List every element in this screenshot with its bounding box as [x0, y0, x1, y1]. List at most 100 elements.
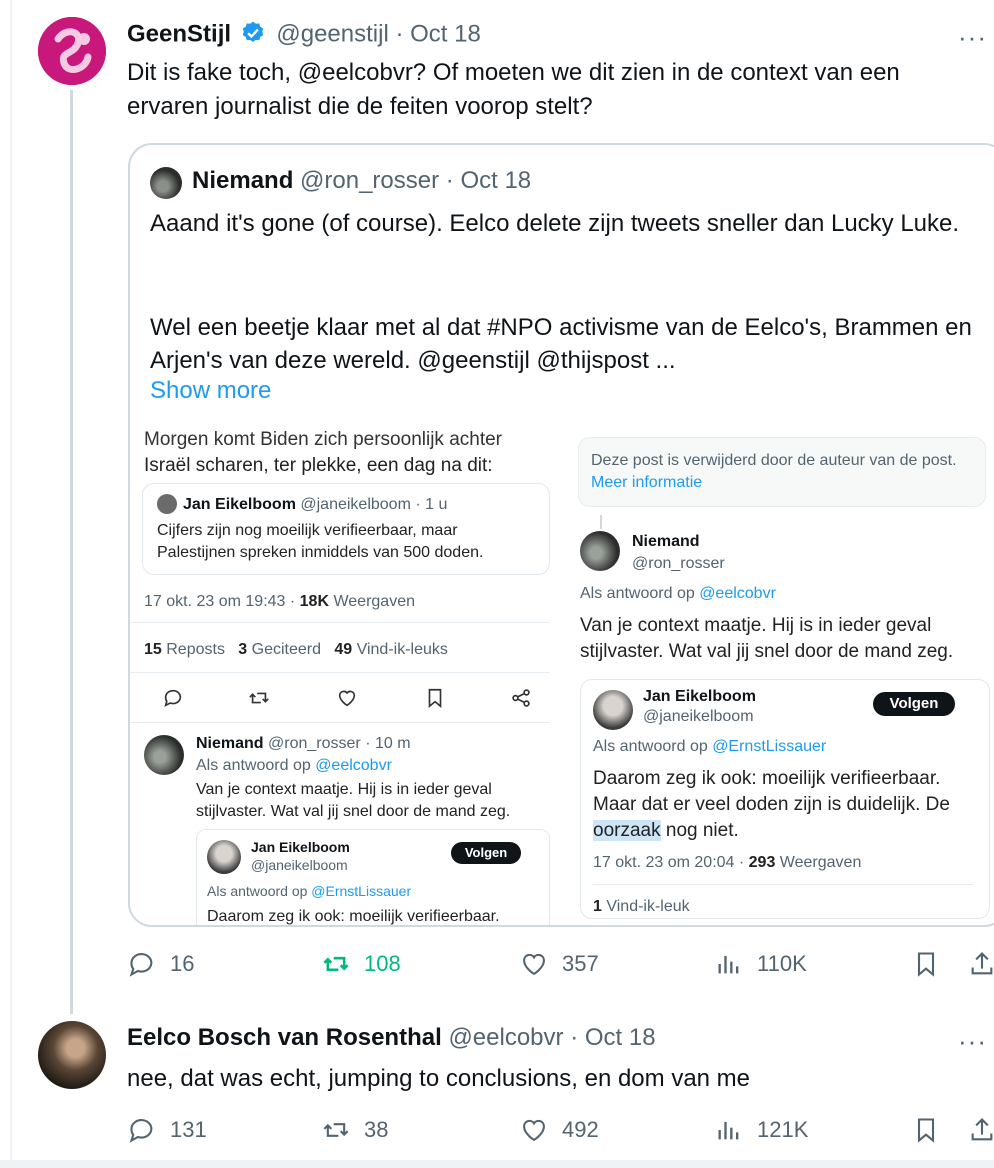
right-meta-views-label: Weergaven — [775, 854, 862, 871]
geenstijl-logo-icon — [38, 17, 106, 85]
post1-more-icon[interactable]: ··· — [958, 24, 987, 50]
thread-connector — [70, 90, 73, 1014]
post1-header: GeenStijl @geenstijl · Oct 18 — [127, 20, 481, 50]
reply-icon — [164, 689, 182, 707]
post1-author-name[interactable]: GeenStijl — [127, 20, 231, 47]
right-reply-name: Niemand — [632, 533, 700, 550]
niemand-avatar-small — [144, 735, 184, 775]
right-meta-views-num: 293 — [748, 854, 776, 871]
right-nested-user: @ErnstLissauer — [712, 738, 827, 755]
post2-like-count: 492 — [562, 1117, 599, 1142]
post2-date[interactable]: · Oct 18 — [570, 1024, 655, 1051]
post2-reply-button[interactable]: 131 — [128, 1116, 207, 1144]
left-nested-prefix: Als antwoord op — [207, 883, 312, 899]
divider — [130, 622, 550, 623]
post2-more-icon[interactable]: ··· — [958, 1028, 987, 1054]
quote-author-name: Niemand — [192, 167, 294, 194]
post1-like-count: 357 — [562, 951, 599, 976]
share-icon[interactable] — [968, 950, 994, 978]
left-reply-prefix: Als antwoord op — [196, 757, 316, 774]
share-icon[interactable] — [968, 1116, 994, 1144]
left-likes-num: 49 — [334, 641, 353, 658]
right-nested-handle: @janeikelboom — [643, 708, 754, 725]
post1-date[interactable]: · Oct 18 — [395, 20, 480, 47]
quote-header: Niemand @ron_rosser · Oct 18 — [192, 167, 531, 195]
right-nested-text-highlight: oorzaak — [593, 820, 661, 841]
left-reply-context: Als antwoord op @eelcobvr — [196, 755, 392, 777]
repost-icon — [249, 692, 269, 704]
right-meta-time: 17 okt. 23 om 20:04 · — [593, 854, 749, 871]
right-follow-button: Volgen — [873, 692, 955, 716]
post1-reply-count: 16 — [170, 951, 195, 976]
quote-author-handle: @ron_rosser — [300, 167, 440, 194]
show-more-link[interactable]: Show more — [150, 377, 271, 405]
post2-view-count: 121K — [757, 1117, 809, 1142]
quote-date: · Oct 18 — [445, 167, 532, 194]
quoted-post-card[interactable]: Niemand @ron_rosser · Oct 18 Aaand it's … — [128, 143, 994, 927]
like-icon — [523, 953, 545, 976]
left-follow-button: Volgen — [451, 842, 521, 864]
deleted-post-notice: Deze post is verwijderd door de auteur v… — [578, 437, 986, 507]
geenstijl-avatar[interactable] — [38, 17, 106, 85]
eelco-avatar[interactable] — [38, 1021, 106, 1089]
jan-avatar — [593, 690, 633, 730]
left-reply-user: @eelcobvr — [315, 757, 392, 774]
right-nested-likes: 1 Vind-ik-leuk — [593, 896, 690, 918]
left-embedded-time: · 1 u — [415, 496, 448, 513]
post1-repost-button[interactable]: 108 — [322, 950, 401, 978]
bookmark-icon — [428, 688, 442, 709]
right-reply-prefix: Als antwoord op — [580, 585, 700, 602]
post1-author-handle[interactable]: @geenstijl — [276, 20, 388, 47]
repost-icon — [323, 1123, 349, 1137]
left-embedded-text: Cijfers zijn nog moeilijk verifieerbaar,… — [157, 522, 484, 561]
views-icon — [718, 1121, 739, 1140]
right-screenshot: Deze post is verwijderd door de auteur v… — [570, 427, 994, 925]
left-quotes-num: 3 — [238, 641, 248, 658]
bookmark-icon[interactable] — [912, 950, 940, 978]
post2-author-handle[interactable]: @eelcobvr — [448, 1024, 563, 1051]
right-reply-handle: @ron_rosser — [632, 555, 725, 572]
niemand-avatar-small — [580, 531, 620, 571]
left-reply-name: Niemand — [196, 735, 264, 752]
right-reply-text: Van je context maatje. Hij is in ieder g… — [580, 615, 954, 662]
left-embedded-tweet: Jan Eikelboom @janeikelboom · 1 u Cijfer… — [142, 483, 550, 575]
right-nested-text-a: Daarom zeg ik ook: moeilijk verifieerbaa… — [593, 768, 950, 815]
deleted-notice-text: Deze post is verwijderd door de auteur v… — [591, 450, 971, 494]
left-reply-header: Niemand @ron_rosser · 10 m — [196, 733, 411, 755]
divider — [593, 884, 973, 885]
post2-views-button[interactable]: 121K — [715, 1116, 808, 1144]
post1-text: Dit is fake toch, @eelcobvr? Of moeten w… — [127, 59, 900, 120]
post1-views-button[interactable]: 110K — [715, 950, 807, 978]
right-reply-user: @eelcobvr — [699, 585, 776, 602]
thread-connector-small — [600, 515, 602, 529]
bookmark-icon[interactable] — [912, 1116, 940, 1144]
left-top-text: Israël scharen, ter plekke, een dag na d… — [144, 455, 493, 476]
post2-author-name[interactable]: Eelco Bosch van Rosenthal — [127, 1024, 442, 1051]
views-icon — [718, 955, 739, 974]
left-likes-label: Vind-ik-leuks — [352, 641, 448, 658]
post1-like-button[interactable]: 357 — [520, 950, 599, 978]
left-meta-views-num: 18K — [299, 593, 330, 610]
deleted-more-info-link: Meer informatie — [591, 474, 703, 491]
post2-repost-count: 38 — [364, 1117, 389, 1142]
post2-repost-button[interactable]: 38 — [322, 1116, 388, 1144]
right-reply-context: Als antwoord op @eelcobvr — [580, 583, 776, 605]
left-reposts-num: 15 — [144, 641, 162, 658]
left-nested-handle: @janeikelboom — [251, 857, 348, 873]
left-meta-time: 17 okt. 23 om 19:43 · — [144, 593, 300, 610]
left-embedded-header: Jan Eikelboom @janeikelboom · 1 u — [183, 494, 447, 516]
like-icon — [523, 1119, 545, 1142]
divider — [130, 672, 550, 673]
left-border — [10, 0, 12, 1168]
left-meta-views-label: Weergaven — [329, 593, 415, 610]
right-nested-card: Jan Eikelboom @janeikelboom Volgen Als a… — [580, 679, 990, 919]
left-nested-text: Daarom zeg ik ook: moeilijk verifieerbaa… — [207, 908, 500, 925]
jan-avatar-small — [157, 494, 177, 514]
post1-reply-button[interactable]: 16 — [128, 950, 194, 978]
right-likes-num: 1 — [593, 898, 602, 915]
bottom-divider — [0, 1160, 994, 1168]
left-screenshot: Morgen komt Biden zich persoonlijk achte… — [130, 427, 570, 925]
repost-icon — [323, 956, 349, 972]
reply-icon — [129, 953, 153, 977]
post2-like-button[interactable]: 492 — [520, 1116, 599, 1144]
